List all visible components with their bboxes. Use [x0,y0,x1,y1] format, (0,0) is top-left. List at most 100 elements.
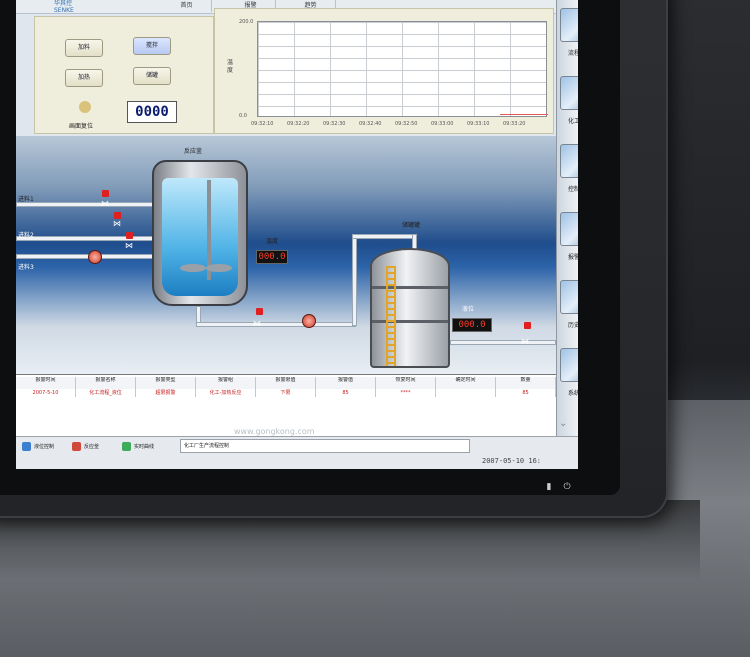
status-bar: 液位控制 反应釜 实时曲线 化工厂生产流程控制 2007-05-10 16: [16,436,578,469]
x-tick: 09:32:40 [359,121,382,127]
sidebar-item-alarm[interactable]: 报警 [560,212,578,274]
system-icon [560,348,578,382]
sidebar-label: 历史 [568,322,578,329]
temp-label: 温度 [266,238,279,245]
sidebar-item-system[interactable]: 系统 [560,348,578,410]
status-item[interactable]: 实时曲线 [134,441,154,453]
stir-button[interactable]: 搅拌 [133,37,171,55]
sidebar-item-chemical[interactable]: 化工 [560,76,578,138]
tank-button[interactable]: 储罐 [133,67,171,85]
table-cell: 2007-5-10 [16,389,76,397]
inlet-label-2: 进料2 [18,232,34,239]
curve-icon[interactable] [122,442,131,451]
alarm-table: 报警时间 报警名称 报警类型 报警组 报警限值 报警值 恢复时间 确定时间 数量… [16,374,556,436]
valve-icon[interactable]: ⋈ [252,320,262,328]
temp-display: 000.0 [256,250,288,264]
col-header[interactable]: 恢复时间 [376,377,436,389]
chemical-icon [560,76,578,110]
col-header[interactable]: 报警类型 [136,377,196,389]
valve-indicator [524,322,531,329]
sidebar-item-control[interactable]: 控制 [560,144,578,206]
logo: 华其控 SENKE [54,0,74,14]
message-box: 化工厂生产流程控制 [180,439,470,453]
feed-button[interactable]: 加料 [65,39,103,57]
col-header[interactable]: 确定时间 [436,377,496,389]
inlet-label-3: 进料3 [18,264,34,271]
storage-label: 储罐罐 [402,222,421,229]
reactor-icon[interactable] [72,442,81,451]
level-label: 液位 [462,306,475,313]
valve-indicator [114,212,121,219]
col-header[interactable]: 报警名称 [76,377,136,389]
table-row[interactable]: 2007-5-10 化工流程_液位 超限报警 化工-加热反应 下限 85 ***… [16,389,556,397]
top-pipe [352,234,416,239]
watermark: www.gongkong.com [234,427,315,436]
power-icon[interactable]: ⏻ [562,482,572,492]
col-header[interactable]: 数量 [496,377,556,389]
valve-indicator [126,232,133,239]
y-top-tick: 200.0 [239,19,254,25]
logo-sub: SENKE [54,7,74,14]
tank-band [372,320,448,323]
lock-icon[interactable]: ▮ [544,482,554,492]
valve-icon[interactable]: ⋈ [112,220,122,228]
table-cell: 下限 [256,389,316,397]
valve-icon[interactable]: ⋈ [520,338,530,346]
col-header[interactable]: 报警限值 [256,377,316,389]
reactor-vessel[interactable] [152,160,248,306]
trend-grid [257,21,548,117]
inlet-pipe-1 [16,202,156,207]
sidebar-item-flow[interactable]: 流程 [560,8,578,70]
reset-icon[interactable] [79,101,91,113]
process-diagram: 进料1 进料2 进料3 ⋈ ⋈ ⋈ 反应釜 ⋈ 温度 000.0 储罐罐 液位 … [16,136,556,374]
inlet-pipe-2 [16,236,156,241]
x-tick: 09:33:00 [431,121,454,127]
agitator-blade [206,264,232,272]
table-cell: **** [376,389,436,397]
inlet-pipe-3 [16,254,156,259]
col-header[interactable]: 报警值 [316,377,376,389]
sidebar-label: 报警 [568,254,578,261]
table-header: 报警时间 报警名称 报警类型 报警组 报警限值 报警值 恢复时间 确定时间 数量 [16,377,556,389]
pump-icon[interactable] [302,314,316,328]
table-cell: 85 [316,389,376,397]
inlet-label-1: 进料1 [18,196,34,203]
x-tick: 09:33:10 [467,121,490,127]
agitator-blade [180,264,206,272]
datetime: 2007-05-10 16: [482,457,542,465]
alarm-icon [560,212,578,246]
status-item[interactable]: 反应釜 [84,441,99,453]
pump-icon[interactable] [88,250,102,264]
x-tick: 09:32:20 [287,121,310,127]
valve-icon[interactable]: ⋈ [124,242,134,250]
trend-panel: 温度 200.0 0.0 09:32:10 09:32:20 09:32:30 … [214,8,554,134]
reactor-label: 反应釜 [184,148,203,155]
storage-tank[interactable] [370,248,450,368]
tab-home[interactable]: 首页 [162,0,212,12]
status-item[interactable]: 液位控制 [34,441,54,453]
logo-text: 华其控 [54,0,73,7]
flow-icon [560,8,578,42]
valve-indicator [256,308,263,315]
valve-icon[interactable]: ⋈ [100,200,110,208]
sidebar-label: 流程 [568,50,578,57]
chevron-down-icon[interactable]: ⌄ [559,418,567,429]
col-header[interactable]: 报警组 [196,377,256,389]
tank-ladder [386,266,396,366]
y-bottom-tick: 0.0 [239,113,247,119]
sidebar-label: 控制 [568,186,578,193]
heat-button[interactable]: 加热 [65,69,103,87]
riser-pipe [352,234,357,326]
reactor-liquid [162,178,238,296]
x-tick: 09:33:20 [503,121,526,127]
table-cell [436,389,496,397]
sidebar-label: 系统 [568,390,578,397]
sidebar-item-history[interactable]: 历史 [560,280,578,342]
history-icon [560,280,578,314]
tank-outlet-pipe [450,340,556,345]
level-control-icon[interactable] [22,442,31,451]
tank-band [372,286,448,289]
col-header[interactable]: 报警时间 [16,377,76,389]
table-cell: 超限报警 [136,389,196,397]
valve-indicator [102,190,109,197]
